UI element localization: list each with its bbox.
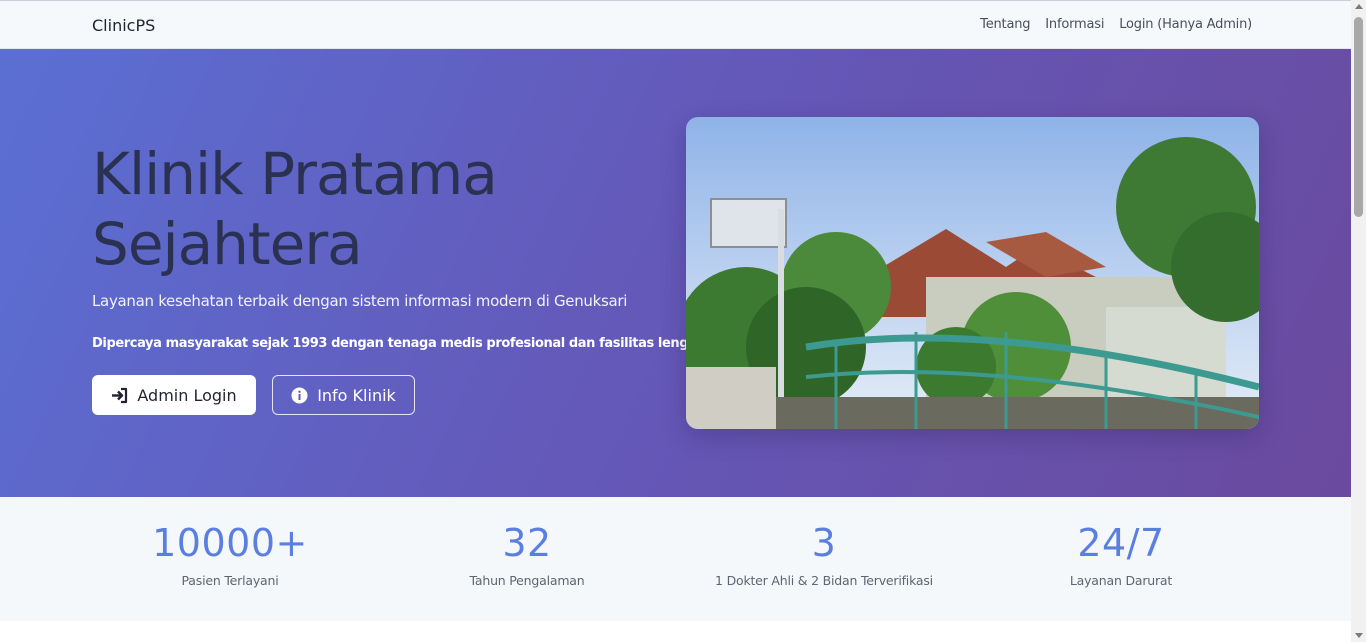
scroll-down-arrow-icon[interactable] [1355,633,1363,638]
stat-years: 32 Tahun Pengalaman [387,521,667,588]
stat-value: 24/7 [1077,521,1165,565]
brand-logo[interactable]: ClinicPS [92,16,155,35]
info-klinik-label: Info Klinik [317,385,396,405]
info-circle-icon [291,387,308,404]
clinic-photo [686,117,1259,429]
scroll-up-arrow-icon[interactable] [1355,4,1363,9]
stat-emergency: 24/7 Layanan Darurat [981,521,1261,588]
hero-title-line2: Sejahtera [92,210,363,278]
stat-label: Tahun Pengalaman [469,573,585,588]
stat-value: 10000+ [152,521,308,565]
stat-label: 1 Dokter Ahli & 2 Bidan Terverifikasi [715,573,933,588]
nav-link-informasi[interactable]: Informasi [1045,17,1104,32]
stat-label: Layanan Darurat [1069,573,1173,588]
hero-title-line1: Klinik Pratama [92,140,498,208]
stat-value: 32 [502,521,552,565]
stat-medics: 3 1 Dokter Ahli & 2 Bidan Terverifikasi [684,521,964,588]
info-klinik-button[interactable]: Info Klinik [272,375,415,415]
page-scrollbar[interactable] [1351,0,1366,642]
nav-link-tentang[interactable]: Tentang [980,17,1030,32]
stat-value: 3 [811,521,837,565]
hero-subtitle: Layanan kesehatan terbaik dengan sistem … [92,292,628,310]
stat-label: Pasien Terlayani [181,573,279,588]
stat-patients: 10000+ Pasien Terlayani [90,521,370,588]
hero-title: Klinik Pratama Sejahtera [92,139,652,279]
next-section [0,621,1351,642]
admin-login-button[interactable]: Admin Login [92,375,256,415]
nav-link-admin-login[interactable]: Login (Hanya Admin) [1119,17,1252,32]
sign-in-icon [111,387,128,404]
admin-login-label: Admin Login [137,385,237,405]
hero-tagline: Dipercaya masyarakat sejak 1993 dengan t… [92,336,714,351]
stats-section: 10000+ Pasien Terlayani 32 Tahun Pengala… [0,497,1351,621]
scroll-thumb[interactable] [1354,17,1363,217]
nav-links: Tentang Informasi Login (Hanya Admin) [980,17,1252,32]
top-navbar: ClinicPS Tentang Informasi Login (Hanya … [0,0,1351,49]
hero-section: Klinik Pratama Sejahtera Layanan kesehat… [0,49,1351,497]
